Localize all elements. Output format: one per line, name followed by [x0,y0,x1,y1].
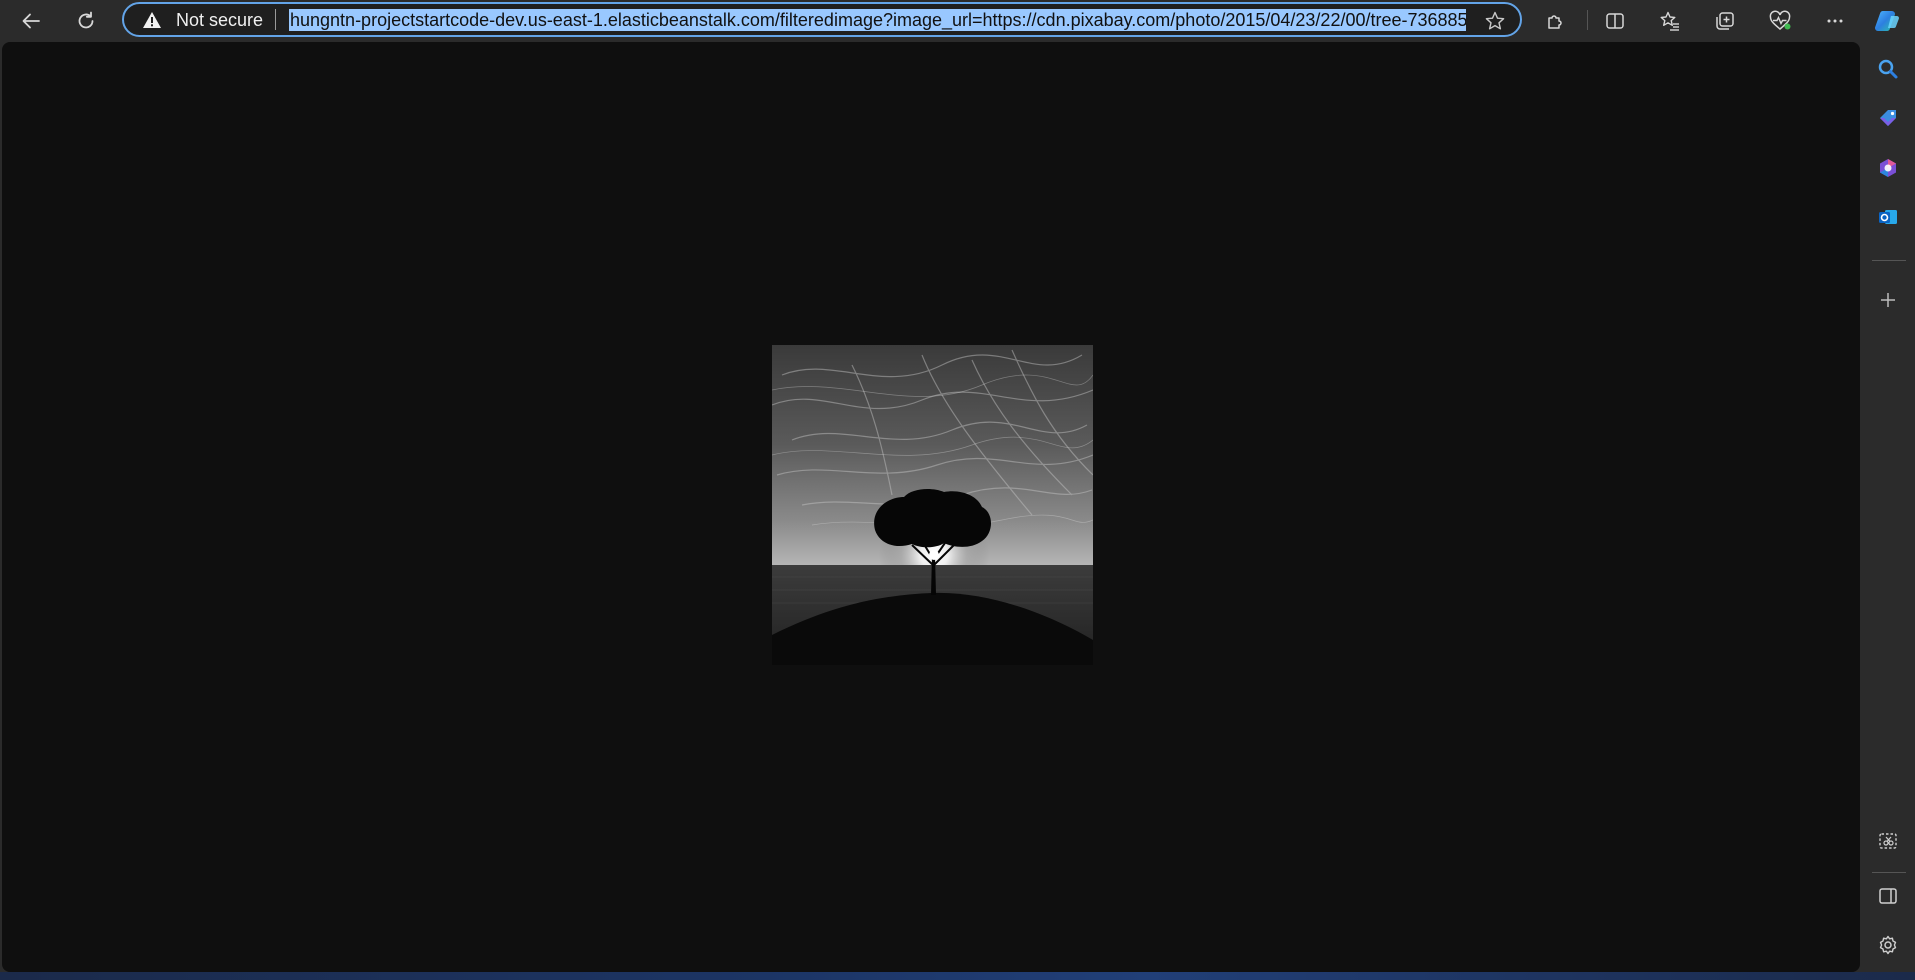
settings-icon [1879,935,1897,955]
warning-icon [143,12,161,28]
refresh-icon [78,11,94,29]
collections-button[interactable] [1707,3,1743,39]
arrow-left-icon [22,13,40,29]
edge-sidebar [1862,42,1915,980]
extensions-button[interactable] [1538,3,1574,39]
sidebar-divider-bottom [1872,872,1906,873]
more-icon [1827,19,1843,23]
more-button[interactable] [1817,3,1853,39]
screenshot-icon [1879,833,1897,849]
url-text[interactable]: hungntn-projectstartcode-dev.us-east-1.e… [289,9,1466,31]
back-button[interactable] [13,3,49,39]
sidebar-toggle-button[interactable] [1870,878,1906,914]
browser-toolbar: Not secure hungntn-projectstartcode-dev.… [0,0,1915,42]
favorites-button[interactable] [1652,3,1688,39]
office-icon [1880,159,1896,177]
filtered-image [772,345,1093,665]
sidebar-divider [1872,260,1906,261]
extensions-icon [1548,15,1562,29]
sidebar-add-button[interactable] [1870,282,1906,318]
page-viewport [2,42,1860,972]
copilot-icon [1875,11,1899,31]
tree-sunset-photo [772,345,1093,665]
copilot-button[interactable] [1870,3,1906,39]
sidebar-office-button[interactable] [1870,150,1906,186]
sidebar-search-button[interactable] [1870,51,1906,87]
shopping-tag-icon [1880,110,1896,126]
favorite-star-icon[interactable] [1484,10,1506,32]
add-icon [1881,293,1895,307]
sidebar-shopping-button[interactable] [1870,100,1906,136]
sidebar-outlook-button[interactable] [1870,199,1906,235]
taskbar-edge [0,972,1915,980]
refresh-button[interactable] [68,3,104,39]
url-field[interactable]: hungntn-projectstartcode-dev.us-east-1.e… [289,9,1466,31]
search-icon [1878,59,1898,79]
favorites-icon [1660,11,1679,31]
sidebar-toggle-icon [1879,888,1897,904]
browser-essentials-button[interactable] [1762,3,1798,39]
address-bar[interactable]: Not secure hungntn-projectstartcode-dev.… [122,2,1522,37]
collections-icon [1716,12,1734,30]
split-screen-icon [1606,13,1624,29]
not-secure-label[interactable]: Not secure [176,11,263,29]
toolbar-divider [1587,10,1588,30]
sidebar-settings-button[interactable] [1870,927,1906,963]
outlook-icon [1879,210,1897,224]
sidebar-screenshot-button[interactable] [1870,823,1906,859]
browser-essentials-icon [1769,10,1791,30]
address-divider [275,9,276,30]
split-screen-button[interactable] [1597,3,1633,39]
